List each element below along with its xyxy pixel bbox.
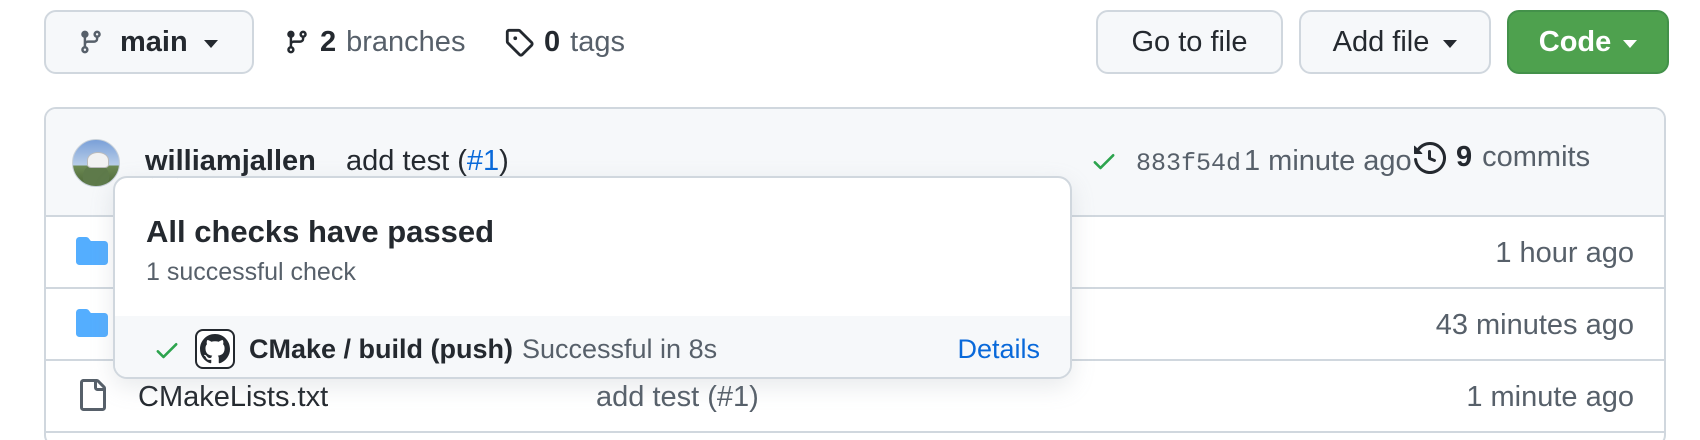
checks-popover: All checks have passed 1 successful chec…	[113, 176, 1072, 379]
commit-message-end: )	[499, 145, 509, 177]
chevron-down-icon	[203, 39, 218, 48]
commit-time: 1 minute ago	[1244, 145, 1412, 177]
check-icon[interactable]	[1090, 147, 1118, 175]
avatar[interactable]	[72, 139, 120, 187]
go-to-file-button[interactable]: Go to file	[1096, 10, 1283, 74]
branches-link[interactable]: 2 branches	[284, 10, 465, 74]
file-time: 1 hour ago	[1495, 237, 1634, 269]
commits-label: commits	[1482, 141, 1591, 173]
details-link[interactable]: Details	[957, 334, 1040, 365]
popover-title: All checks have passed	[146, 214, 495, 249]
commit-message[interactable]: add test (#1)	[346, 145, 509, 178]
popover-subtitle: 1 successful check	[146, 258, 356, 286]
branches-count: 2	[320, 25, 337, 58]
pr-link[interactable]: #1	[467, 145, 499, 177]
code-label: Code	[1538, 25, 1612, 58]
file-commit-message[interactable]: add test (#1)	[596, 381, 759, 414]
branch-name: main	[120, 25, 188, 58]
add-file-label: Add file	[1332, 25, 1430, 58]
popover-arrow	[150, 178, 180, 192]
commit-message-text: add test (	[346, 145, 467, 177]
tags-count: 0	[544, 25, 561, 58]
check-status: Successful in 8s	[522, 334, 718, 364]
tags-label: tags	[570, 25, 625, 58]
commits-count: 9	[1456, 141, 1473, 173]
git-branch-icon	[81, 30, 101, 54]
tags-link[interactable]: 0 tags	[504, 10, 625, 74]
chevron-down-icon	[1623, 39, 1638, 48]
add-file-button[interactable]: Add file	[1299, 10, 1491, 74]
branch-select-button[interactable]: main	[44, 10, 254, 74]
folder-icon	[76, 309, 108, 337]
repo-toolbar: main 2 branches 0 tags Go to file Add fi…	[44, 10, 1669, 74]
chevron-down-icon	[1443, 39, 1458, 48]
file-name[interactable]: CMakeLists.txt	[138, 381, 328, 414]
tag-icon	[505, 28, 534, 57]
github-logo-icon	[195, 329, 235, 369]
file-icon	[80, 379, 106, 411]
git-branch-icon	[287, 30, 307, 54]
check-icon	[156, 343, 178, 359]
check-name: CMake / build (push)	[249, 334, 514, 364]
file-time: 1 minute ago	[1466, 381, 1634, 413]
code-button[interactable]: Code	[1507, 10, 1669, 74]
branches-label: branches	[346, 25, 466, 58]
commits-link[interactable]: 9 commits	[1414, 141, 1590, 174]
commit-sha[interactable]: 883f54d	[1136, 149, 1241, 178]
check-run-row: CMake / build (push) Successful in 8s De…	[115, 316, 1070, 377]
commit-author[interactable]: williamjallen	[145, 145, 316, 178]
folder-icon	[76, 237, 108, 265]
file-time: 43 minutes ago	[1435, 309, 1634, 341]
history-icon	[1414, 141, 1446, 174]
